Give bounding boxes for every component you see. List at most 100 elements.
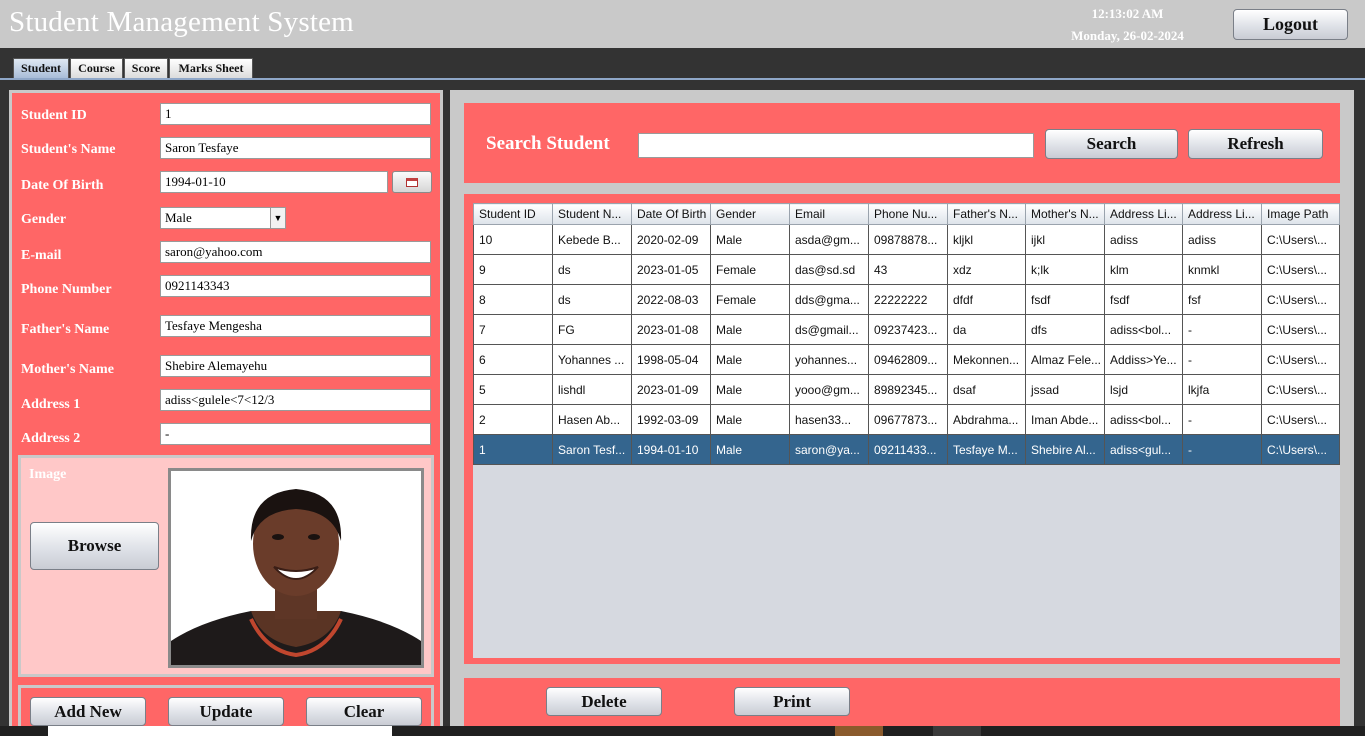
table-cell[interactable]: 22222222	[868, 284, 948, 315]
table-cell[interactable]: 10	[473, 224, 553, 255]
tab-score[interactable]: Score	[124, 58, 168, 78]
table-cell[interactable]: Saron Tesf...	[552, 434, 632, 465]
table-cell[interactable]: C:\Users\...	[1261, 314, 1340, 345]
table-cell[interactable]: -	[1182, 344, 1262, 375]
table-cell[interactable]: klm	[1104, 254, 1183, 285]
mother-name-field[interactable]: Shebire Alemayehu	[160, 355, 431, 377]
table-cell[interactable]: 9	[473, 254, 553, 285]
table-cell[interactable]: kljkl	[947, 224, 1026, 255]
clear-button[interactable]: Clear	[306, 697, 422, 726]
update-button[interactable]: Update	[168, 697, 284, 726]
table-row[interactable]: 7 FG 2023-01-08 Male ds@gmail... 09237423... d…	[473, 314, 1340, 345]
table-cell[interactable]: C:\Users\...	[1261, 374, 1340, 405]
table-cell[interactable]: Male	[710, 224, 790, 255]
table-row[interactable]: 10 Kebede B... 2020-02-09 Male asda@gm... 098…	[473, 224, 1340, 255]
phone-field[interactable]: 0921143343	[160, 275, 431, 297]
table-cell[interactable]: saron@ya...	[789, 434, 869, 465]
table-cell[interactable]: Iman Abde...	[1025, 404, 1105, 435]
table-cell[interactable]: hasen33...	[789, 404, 869, 435]
student-id-field[interactable]: 1	[160, 103, 431, 125]
table-cell[interactable]: C:\Users\...	[1261, 284, 1340, 315]
table-cell[interactable]: lkjfa	[1182, 374, 1262, 405]
table-cell[interactable]: Male	[710, 434, 790, 465]
table-cell[interactable]: dfs	[1025, 314, 1105, 345]
tab-course[interactable]: Course	[70, 58, 123, 78]
table-cell[interactable]: 2023-01-08	[631, 314, 711, 345]
table-cell[interactable]: Almaz Fele...	[1025, 344, 1105, 375]
column-header[interactable]: Student ID	[473, 203, 553, 225]
taskbar-active-app-icon[interactable]	[933, 726, 981, 736]
table-cell[interactable]: 6	[473, 344, 553, 375]
table-cell[interactable]: Yohannes ...	[552, 344, 632, 375]
table-cell[interactable]: yohannes...	[789, 344, 869, 375]
table-cell[interactable]: lsjd	[1104, 374, 1183, 405]
table-cell[interactable]: Shebire Al...	[1025, 434, 1105, 465]
refresh-button[interactable]: Refresh	[1188, 129, 1323, 159]
table-cell[interactable]: knmkl	[1182, 254, 1262, 285]
add-new-button[interactable]: Add New	[30, 697, 146, 726]
table-row[interactable]: 9 ds 2023-01-05 Female das@sd.sd 43 xdz k;lk klm…	[473, 254, 1340, 285]
table-cell[interactable]: ds	[552, 284, 632, 315]
table-cell[interactable]: Mekonnen...	[947, 344, 1026, 375]
table-cell[interactable]: 1992-03-09	[631, 404, 711, 435]
table-row[interactable]: 8 ds 2022-08-03 Female dds@gma... 22222222 dfd…	[473, 284, 1340, 315]
table-cell[interactable]: 2022-08-03	[631, 284, 711, 315]
column-header[interactable]: Student N...	[552, 203, 632, 225]
table-cell[interactable]: adiss	[1182, 224, 1262, 255]
table-cell[interactable]: 8	[473, 284, 553, 315]
logout-button[interactable]: Logout	[1233, 9, 1348, 40]
table-cell[interactable]: C:\Users\...	[1261, 404, 1340, 435]
address2-field[interactable]: -	[160, 423, 431, 445]
table-cell[interactable]: dfdf	[947, 284, 1026, 315]
table-cell[interactable]: Male	[710, 374, 790, 405]
table-row[interactable]: 2 Hasen Ab... 1992-03-09 Male hasen33... 0967…	[473, 404, 1340, 435]
table-cell[interactable]: 09462809...	[868, 344, 948, 375]
table-cell[interactable]: 09878878...	[868, 224, 948, 255]
table-cell[interactable]: das@sd.sd	[789, 254, 869, 285]
table-cell[interactable]: Abdrahma...	[947, 404, 1026, 435]
table-cell[interactable]: 1994-01-10	[631, 434, 711, 465]
table-cell[interactable]: 09677873...	[868, 404, 948, 435]
father-name-field[interactable]: Tesfaye Mengesha	[160, 315, 431, 337]
table-cell[interactable]: -	[1182, 434, 1262, 465]
table-cell[interactable]: Male	[710, 404, 790, 435]
table-cell[interactable]: fsf	[1182, 284, 1262, 315]
table-cell[interactable]: 1	[473, 434, 553, 465]
table-cell[interactable]: FG	[552, 314, 632, 345]
table-cell[interactable]: Female	[710, 284, 790, 315]
calendar-button[interactable]	[392, 171, 432, 193]
search-button[interactable]: Search	[1045, 129, 1178, 159]
table-cell[interactable]: Male	[710, 314, 790, 345]
table-cell[interactable]: jssad	[1025, 374, 1105, 405]
table-cell[interactable]: 09211433...	[868, 434, 948, 465]
table-row[interactable]: 6 Yohannes ... 1998-05-04 Male yohannes... 09…	[473, 344, 1340, 375]
table-row[interactable]: 5 lishdl 2023-01-09 Male yooo@gm... 89892345.…	[473, 374, 1340, 405]
table-cell[interactable]: 09237423...	[868, 314, 948, 345]
table-cell[interactable]: 43	[868, 254, 948, 285]
table-cell[interactable]: Addiss>Ye...	[1104, 344, 1183, 375]
table-cell[interactable]: 5	[473, 374, 553, 405]
table-cell[interactable]: ds@gmail...	[789, 314, 869, 345]
table-cell[interactable]: lishdl	[552, 374, 632, 405]
table-cell[interactable]: dds@gma...	[789, 284, 869, 315]
table-cell[interactable]: C:\Users\...	[1261, 224, 1340, 255]
table-cell[interactable]: 2023-01-09	[631, 374, 711, 405]
dob-field[interactable]: 1994-01-10	[160, 171, 388, 193]
table-cell[interactable]: C:\Users\...	[1261, 434, 1340, 465]
column-header[interactable]: Image Path	[1261, 203, 1340, 225]
table-cell[interactable]: asda@gm...	[789, 224, 869, 255]
column-header[interactable]: Email	[789, 203, 869, 225]
student-name-field[interactable]: Saron Tesfaye	[160, 137, 431, 159]
table-cell[interactable]: -	[1182, 404, 1262, 435]
column-header[interactable]: Phone Nu...	[868, 203, 948, 225]
table-cell[interactable]: C:\Users\...	[1261, 254, 1340, 285]
table-cell[interactable]: Male	[710, 344, 790, 375]
table-cell[interactable]: 2020-02-09	[631, 224, 711, 255]
table-cell[interactable]: yooo@gm...	[789, 374, 869, 405]
address1-field[interactable]: adiss<gulele<7<12/3	[160, 389, 431, 411]
table-cell[interactable]: Female	[710, 254, 790, 285]
table-cell[interactable]: k;lk	[1025, 254, 1105, 285]
print-button[interactable]: Print	[734, 687, 850, 716]
column-header[interactable]: Mother's N...	[1025, 203, 1105, 225]
table-cell[interactable]: adiss<gul...	[1104, 434, 1183, 465]
